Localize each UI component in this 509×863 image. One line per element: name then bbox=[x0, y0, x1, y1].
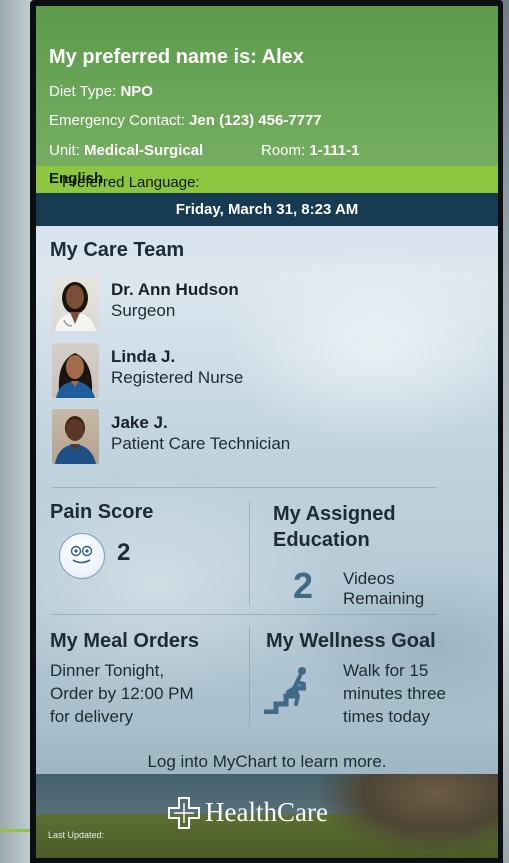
avatar bbox=[52, 409, 99, 464]
footer-banner: HealthCare Last Updated: bbox=[36, 774, 498, 858]
unit: Unit: Medical-Surgical bbox=[49, 142, 204, 159]
meal-orders-text: Dinner Tonight, Order by 12:00 PM for de… bbox=[50, 661, 194, 726]
avatar bbox=[52, 276, 99, 331]
video-count: 2 bbox=[293, 565, 314, 606]
divider bbox=[52, 487, 437, 488]
education-title: My Assigned Education bbox=[273, 503, 396, 551]
last-updated-label: Last Updated: bbox=[48, 830, 105, 840]
diet-type: Diet Type: NPO bbox=[49, 83, 153, 100]
patient-whiteboard-screen: My preferred name is: Alex Diet Type: NP… bbox=[36, 6, 498, 858]
display-device: My preferred name is: Alex Diet Type: NP… bbox=[30, 0, 503, 863]
member-role: Patient Care Technician bbox=[111, 434, 291, 453]
videos-remaining-label: Videos Remaining bbox=[343, 569, 425, 608]
member-name: Linda J. bbox=[111, 347, 176, 366]
preferred-language-bar: Preferred Language: English bbox=[36, 166, 498, 193]
healthcare-cross-icon bbox=[168, 797, 200, 829]
member-name: Jake J. bbox=[111, 413, 168, 432]
care-team-member: Linda J. Registered Nurse bbox=[52, 343, 452, 401]
preferred-name: My preferred name is: Alex bbox=[49, 46, 304, 68]
member-role: Surgeon bbox=[111, 301, 176, 320]
brand-name: HealthCare bbox=[205, 797, 328, 827]
patient-header: My preferred name is: Alex Diet Type: NP… bbox=[36, 6, 498, 166]
pain-score-title: Pain Score bbox=[50, 501, 154, 523]
room: Room: 1-111-1 bbox=[261, 142, 360, 159]
wellness-goal-text: Walk for 15 minutes three times today bbox=[343, 661, 446, 726]
emergency-contact: Emergency Contact: Jen (123) 456-7777 bbox=[49, 112, 322, 129]
care-team-member: Dr. Ann Hudson Surgeon bbox=[52, 276, 452, 334]
decorative-green-line bbox=[0, 829, 30, 832]
member-name: Dr. Ann Hudson bbox=[111, 280, 239, 299]
stairs-walker-icon bbox=[264, 666, 318, 715]
divider bbox=[52, 614, 437, 615]
wellness-goal-title: My Wellness Goal bbox=[266, 630, 436, 652]
divider bbox=[249, 626, 250, 726]
pain-score-value: 2 bbox=[117, 539, 131, 566]
care-team-title: My Care Team bbox=[50, 239, 185, 261]
member-role: Registered Nurse bbox=[111, 368, 244, 387]
smiley-face-icon bbox=[59, 533, 105, 579]
avatar bbox=[52, 343, 99, 398]
divider bbox=[249, 501, 250, 606]
care-team-member: Jake J. Patient Care Technician bbox=[52, 409, 452, 467]
meal-orders-title: My Meal Orders bbox=[50, 630, 199, 652]
mychart-prompt: Log into MyChart to learn more. bbox=[147, 752, 387, 771]
date-time-bar: Friday, March 31, 8:23 AM bbox=[36, 193, 498, 226]
healthcare-logo: HealthCare bbox=[167, 794, 367, 834]
